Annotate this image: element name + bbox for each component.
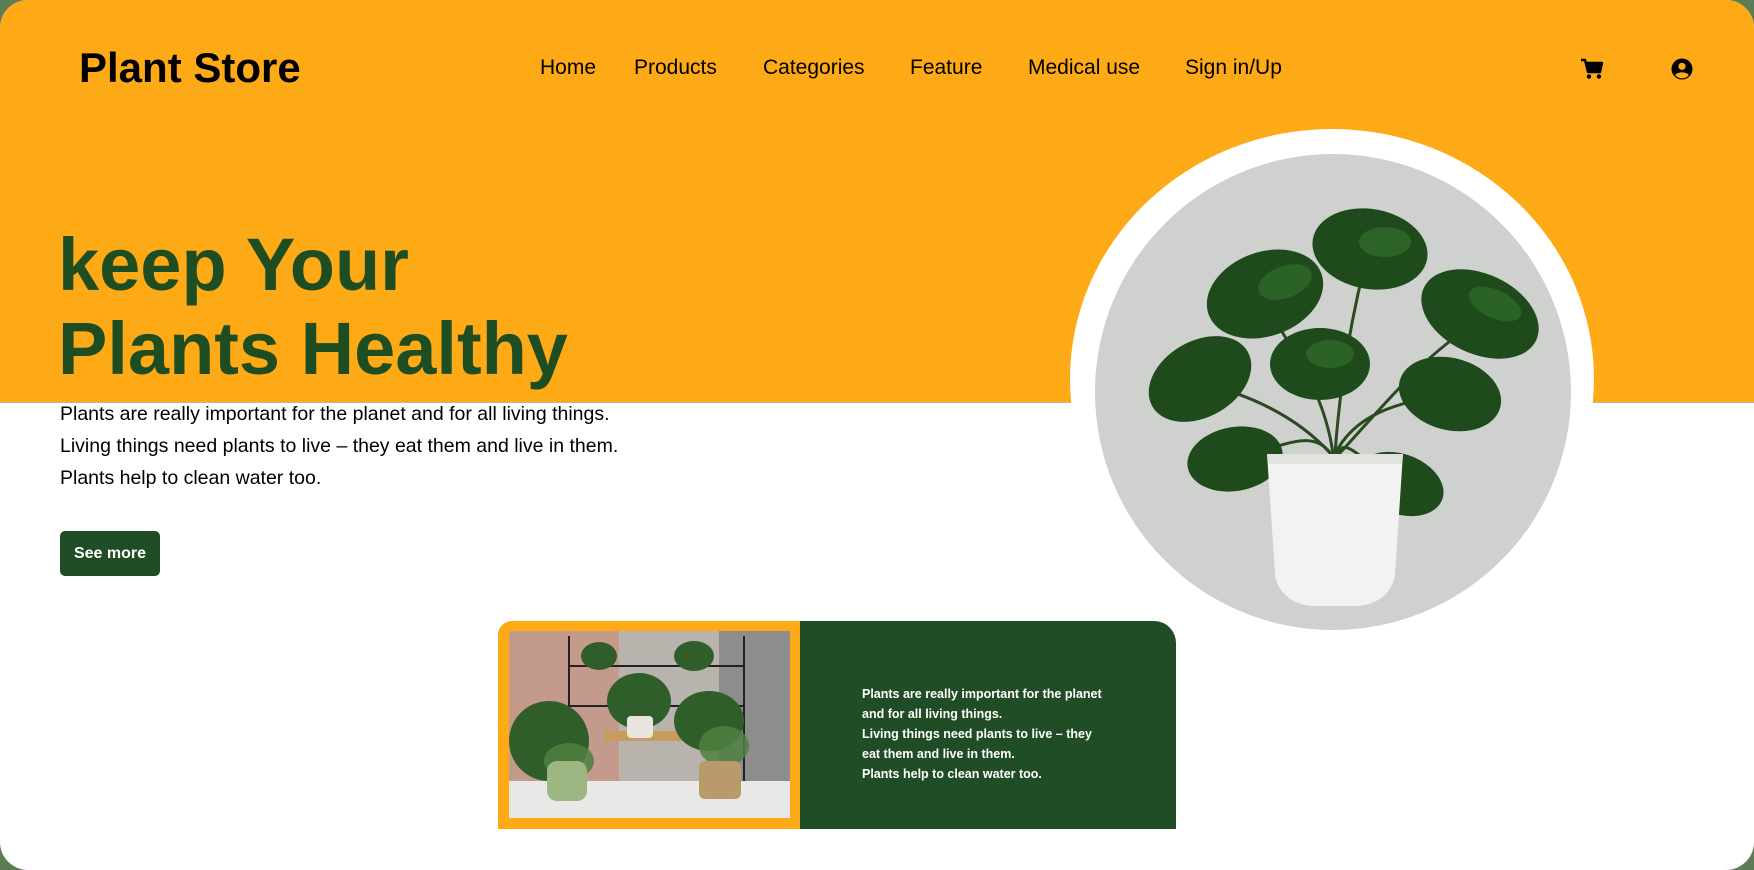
hero-intro-line: Plants help to clean water too. <box>60 467 322 489</box>
feature-card-image-frame <box>498 621 800 829</box>
hero-headline-line2: Plants Healthy <box>58 307 568 390</box>
hero-plant-image <box>1095 154 1571 630</box>
nav-feature[interactable]: Feature <box>910 56 1028 80</box>
main-nav: Home Products Categories Feature Medical… <box>540 56 1282 80</box>
feature-card-text-line: and for all living things. <box>862 707 1003 721</box>
user-account-icon[interactable] <box>1669 56 1695 82</box>
nav-products[interactable]: Products <box>634 56 763 80</box>
hero-intro: Plants are really important for the plan… <box>60 398 760 494</box>
hero-intro-line: Plants are really important for the plan… <box>60 403 610 425</box>
feature-card-text-line: Living things need plants to live – they <box>862 727 1092 741</box>
hero-intro-line: Living things need plants to live – they… <box>60 435 619 457</box>
feature-card-text-line: eat them and live in them. <box>862 747 1015 761</box>
feature-card-text: Plants are really important for the plan… <box>862 684 1122 784</box>
page-frame: Plant Store Home Products Categories Fea… <box>0 0 1754 870</box>
brand-logo[interactable]: Plant Store <box>79 44 301 92</box>
feature-card-text-panel: Plants are really important for the plan… <box>800 621 1176 829</box>
monstera-illustration <box>1148 208 1539 606</box>
nav-categories[interactable]: Categories <box>763 56 910 80</box>
indoor-plants-illustration <box>509 631 790 818</box>
feature-card: Plants are really important for the plan… <box>498 621 1176 829</box>
see-more-button[interactable]: See more <box>60 531 160 576</box>
nav-sign-in-up[interactable]: Sign in/Up <box>1185 56 1282 80</box>
feature-card-text-line: Plants are really important for the plan… <box>862 687 1102 701</box>
hero-headline: keep Your Plants Healthy <box>58 223 568 391</box>
hero-headline-line1: keep Your <box>58 223 409 306</box>
nav-home[interactable]: Home <box>540 56 634 80</box>
feature-card-text-line: Plants help to clean water too. <box>862 767 1042 781</box>
nav-medical-use[interactable]: Medical use <box>1028 56 1185 80</box>
feature-card-image <box>509 631 790 818</box>
cart-icon[interactable] <box>1579 56 1605 82</box>
